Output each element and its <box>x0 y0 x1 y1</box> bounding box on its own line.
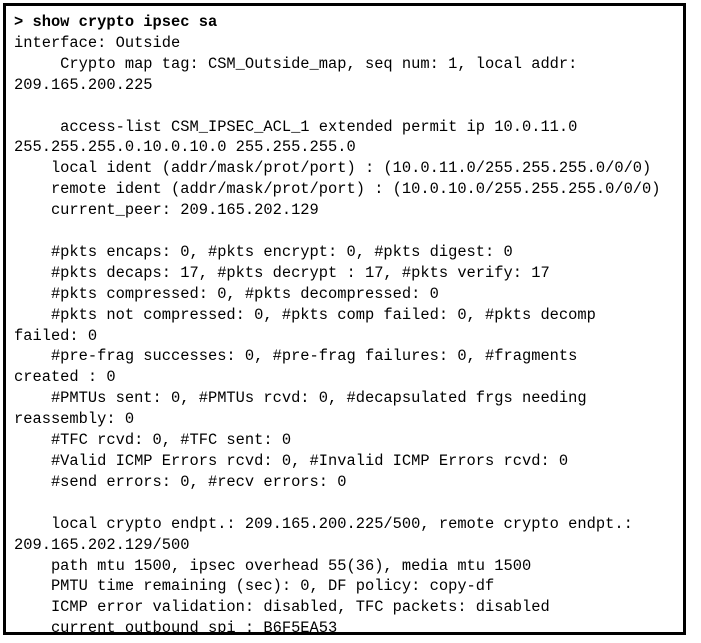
terminal-line: #send errors: 0, #recv errors: 0 <box>14 472 347 491</box>
terminal-line: local ident (addr/mask/prot/port) : (10.… <box>14 159 652 178</box>
terminal-line: local crypto endpt.: 209.165.200.225/500… <box>14 514 633 533</box>
terminal-line: access-list CSM_IPSEC_ACL_1 extended per… <box>14 117 578 136</box>
terminal-line: ICMP error validation: disabled, TFC pac… <box>14 598 550 617</box>
terminal-line: 209.165.200.225 <box>14 75 153 94</box>
terminal-line: 209.165.202.129/500 <box>14 535 190 554</box>
terminal-line: current_peer: 209.165.202.129 <box>14 201 319 220</box>
terminal-line: #PMTUs sent: 0, #PMTUs rcvd: 0, #decapsu… <box>14 389 587 408</box>
terminal-line: created : 0 <box>14 368 116 387</box>
terminal-line: #pkts not compressed: 0, #pkts comp fail… <box>14 305 596 324</box>
terminal-line: reassembly: 0 <box>14 410 135 429</box>
terminal-line: > show crypto ipsec sa <box>14 13 218 31</box>
terminal-line: #pre-frag successes: 0, #pre-frag failur… <box>14 347 578 366</box>
terminal-window: > show crypto ipsec sa interface: Outside… <box>3 3 686 635</box>
terminal-line: failed: 0 <box>14 326 98 345</box>
terminal-line: remote ident (addr/mask/prot/port) : (10… <box>14 180 661 199</box>
terminal-line: interface: Outside <box>14 33 181 52</box>
terminal-line: Crypto map tag: CSM_Outside_map, seq num… <box>14 54 578 73</box>
terminal-line: current outbound spi : B6F5EA53 <box>14 619 338 635</box>
terminal-line: #pkts encaps: 0, #pkts encrypt: 0, #pkts… <box>14 242 513 261</box>
terminal-line: #pkts decaps: 17, #pkts decrypt : 17, #p… <box>14 263 550 282</box>
terminal-line: #TFC rcvd: 0, #TFC sent: 0 <box>14 431 292 450</box>
terminal-output-text[interactable]: > show crypto ipsec sa interface: Outside… <box>6 6 683 635</box>
terminal-line: PMTU time remaining (sec): 0, DF policy:… <box>14 577 495 596</box>
terminal-line: #pkts compressed: 0, #pkts decompressed:… <box>14 284 439 303</box>
terminal-line: path mtu 1500, ipsec overhead 55(36), me… <box>14 556 532 575</box>
terminal-line: 255.255.255.0.10.0.10.0 255.255.255.0 <box>14 138 356 157</box>
terminal-line: #Valid ICMP Errors rcvd: 0, #Invalid ICM… <box>14 452 569 470</box>
